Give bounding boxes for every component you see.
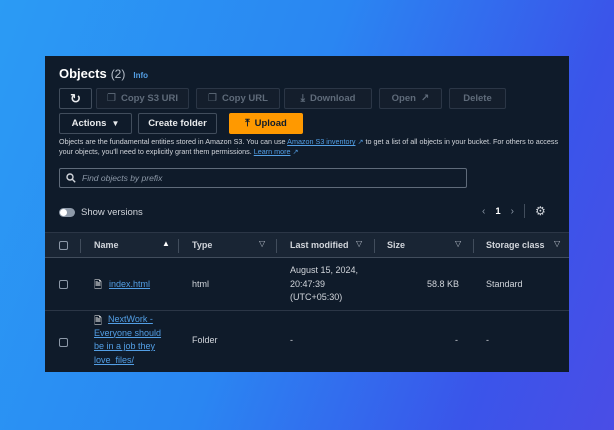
copy-s3-uri-button[interactable]: ❐ Copy S3 URI — [96, 88, 189, 109]
object-size: - — [455, 335, 458, 345]
learn-more-link[interactable]: Learn more — [254, 147, 291, 156]
sort-icon[interactable]: ▽ — [259, 239, 265, 248]
pagination: ‹ 1 › ⚙ — [482, 204, 546, 218]
open-label: Open — [391, 93, 416, 104]
table-row: 🗎 index.html html August 15, 2024, 20:47… — [45, 258, 569, 311]
s3-objects-panel: Objects (2) Info ↻ ❐ Copy S3 URI ❐ Copy … — [45, 56, 569, 372]
copy-url-label: Copy URL — [222, 93, 268, 104]
gear-icon[interactable]: ⚙ — [535, 204, 546, 218]
object-storage-class: Standard — [486, 279, 523, 289]
objects-description: Objects are the fundamental entities sto… — [59, 137, 559, 156]
search-icon — [66, 173, 76, 183]
page-title: Objects — [59, 66, 107, 81]
folder-name-line[interactable]: love_files/ — [94, 354, 161, 368]
delete-button[interactable]: Delete — [449, 88, 506, 109]
refresh-button[interactable]: ↻ — [59, 88, 92, 109]
object-type: Folder — [192, 335, 218, 345]
column-type[interactable]: Type — [192, 240, 212, 250]
info-link[interactable]: Info — [133, 71, 148, 80]
last-modified-line: (UTC+05:30) — [290, 292, 343, 302]
download-label: Download — [310, 93, 356, 104]
table-header: Name ▲ Type ▽ Last modified ▽ Size ▽ Sto… — [45, 232, 569, 258]
sort-icon[interactable]: ▽ — [455, 239, 461, 248]
show-versions-toggle[interactable] — [59, 208, 75, 217]
open-button[interactable]: Open ↗ — [379, 88, 442, 109]
file-icon: 🗎 — [94, 280, 103, 291]
description-text-1: Objects are the fundamental entities sto… — [59, 137, 288, 146]
select-all-checkbox[interactable] — [59, 241, 68, 250]
column-divider — [473, 239, 474, 253]
copy-icon: ❐ — [107, 92, 116, 104]
column-last-modified[interactable]: Last modified — [290, 240, 349, 250]
folder-name-line[interactable]: NextWork - — [94, 313, 161, 327]
object-name-link[interactable]: index.html — [109, 278, 150, 292]
column-divider — [276, 239, 277, 253]
column-divider — [374, 239, 375, 253]
external-link-icon: ↗ — [420, 92, 430, 104]
refresh-icon: ↻ — [70, 91, 81, 106]
column-divider — [178, 239, 179, 253]
column-storage-class[interactable]: Storage class — [486, 240, 545, 250]
column-divider — [80, 239, 81, 253]
actions-label: Actions — [71, 118, 107, 129]
folder-name-line[interactable]: Everyone should — [94, 327, 161, 341]
table-row: 🗎 NextWork - Everyone should be in a job… — [45, 311, 569, 372]
delete-label: Delete — [463, 93, 492, 104]
sort-icon[interactable]: ▽ — [554, 239, 560, 248]
create-folder-label: Create folder — [148, 118, 207, 129]
search-box — [59, 168, 467, 188]
column-size[interactable]: Size — [387, 240, 405, 250]
row-checkbox[interactable] — [59, 338, 68, 347]
copy-icon: ❐ — [208, 92, 218, 104]
object-size: 58.8 KB — [427, 279, 460, 289]
sort-icon[interactable]: ▽ — [356, 239, 362, 248]
last-modified-line: August 15, 2024, — [290, 265, 359, 275]
caret-down-icon: ▼ — [111, 118, 120, 128]
show-versions-toggle-row: Show versions — [59, 207, 143, 218]
download-button[interactable]: ⤓ Download — [284, 88, 372, 109]
object-type: html — [192, 279, 210, 289]
folder-name-line[interactable]: be in a job they — [94, 340, 161, 354]
object-name-link[interactable]: NextWork - Everyone should be in a job t… — [94, 313, 161, 367]
upload-button[interactable]: ⤒ Upload — [229, 113, 303, 134]
last-modified-line: 20:47:39 — [290, 278, 326, 289]
copy-url-button[interactable]: ❐ Copy URL — [196, 88, 280, 109]
previous-page-icon[interactable]: ‹ — [482, 206, 485, 217]
next-page-icon[interactable]: › — [511, 206, 514, 217]
create-folder-button[interactable]: Create folder — [138, 113, 217, 134]
divider — [523, 204, 525, 218]
download-icon: ⤓ — [300, 92, 306, 104]
current-page[interactable]: 1 — [495, 206, 500, 217]
copy-s3-uri-label: Copy S3 URI — [120, 93, 178, 104]
objects-header: Objects (2) Info — [59, 66, 148, 81]
search-input[interactable] — [82, 173, 462, 183]
object-last-modified: - — [290, 335, 293, 345]
object-last-modified: August 15, 2024, 20:47:39 (UTC+05:30) — [290, 264, 358, 305]
upload-label: Upload — [254, 118, 287, 129]
upload-icon: ⤒ — [245, 117, 250, 129]
object-count: (2) — [110, 67, 126, 81]
row-checkbox[interactable] — [59, 280, 68, 289]
object-storage-class: - — [486, 335, 489, 345]
external-link-icon: ↗ — [292, 146, 299, 156]
show-versions-label: Show versions — [81, 207, 143, 218]
s3-inventory-link[interactable]: Amazon S3 inventory — [287, 137, 355, 146]
actions-dropdown[interactable]: Actions ▼ — [59, 113, 132, 134]
column-name[interactable]: Name — [94, 240, 119, 250]
sort-asc-icon[interactable]: ▲ — [162, 239, 170, 248]
